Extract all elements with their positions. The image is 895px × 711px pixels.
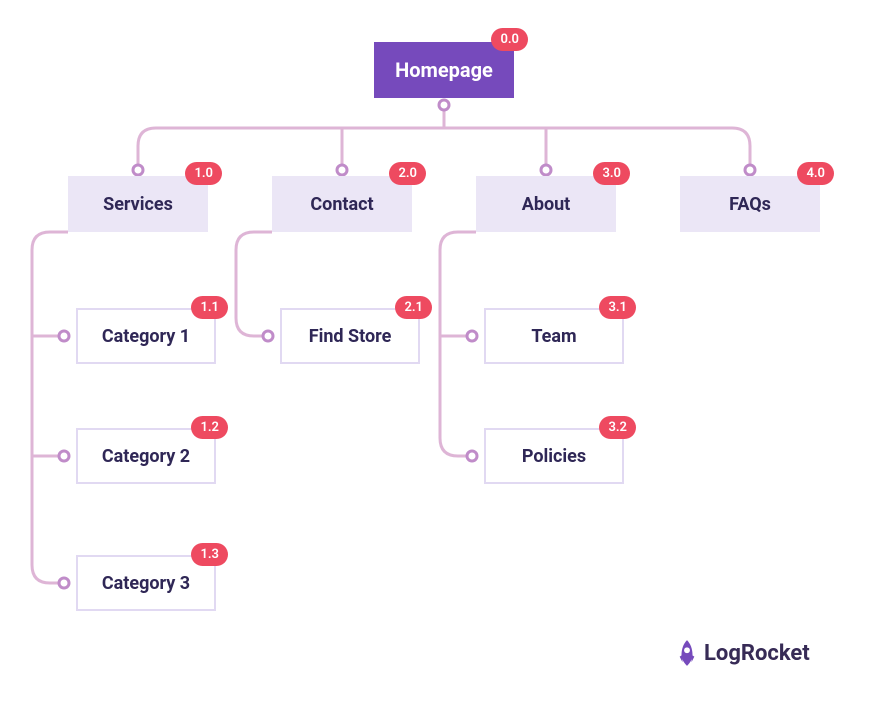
rocket-icon: [676, 640, 698, 666]
node-label: Category 2: [102, 446, 190, 467]
node-label: FAQs: [729, 194, 771, 215]
node-label: Team: [531, 326, 576, 347]
node-label: Policies: [522, 446, 586, 467]
node-badge: 3.0: [593, 162, 630, 185]
node-faqs: FAQs 4.0: [680, 176, 820, 232]
node-label: Contact: [310, 194, 373, 215]
node-badge: 1.3: [191, 543, 228, 566]
node-label: Category 3: [102, 573, 190, 594]
node-category-3: Category 3 1.3: [76, 555, 216, 611]
node-badge: 3.2: [599, 416, 636, 439]
node-badge: 0.0: [491, 28, 528, 51]
node-label: Homepage: [395, 58, 493, 82]
node-contact: Contact 2.0: [272, 176, 412, 232]
node-badge: 4.0: [797, 162, 834, 185]
node-badge: 3.1: [599, 296, 636, 319]
node-team: Team 3.1: [484, 308, 624, 364]
node-services: Services 1.0: [68, 176, 208, 232]
node-label: Category 1: [102, 326, 190, 347]
node-badge: 2.0: [389, 162, 426, 185]
node-homepage: Homepage 0.0: [374, 42, 514, 98]
logo-text: LogRocket: [704, 641, 810, 666]
node-policies: Policies 3.2: [484, 428, 624, 484]
node-badge: 2.1: [395, 296, 432, 319]
node-about: About 3.0: [476, 176, 616, 232]
node-category-1: Category 1 1.1: [76, 308, 216, 364]
logrocket-logo: LogRocket: [676, 640, 810, 666]
node-badge: 1.2: [191, 416, 228, 439]
node-label: About: [522, 194, 571, 215]
node-badge: 1.0: [185, 162, 222, 185]
node-find-store: Find Store 2.1: [280, 308, 420, 364]
node-label: Find Store: [309, 326, 392, 347]
node-badge: 1.1: [191, 296, 228, 319]
node-category-2: Category 2 1.2: [76, 428, 216, 484]
node-label: Services: [103, 194, 173, 215]
